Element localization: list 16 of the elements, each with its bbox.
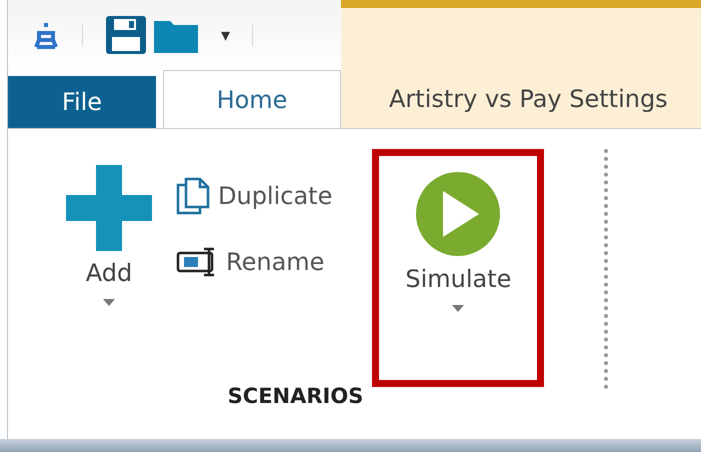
ribbon-tab[interactable]: Home [163, 70, 341, 128]
file-tab[interactable]: File [8, 76, 156, 128]
ribbon-button[interactable]: Duplicate [172, 175, 336, 217]
ribbon-button[interactable]: Add [58, 149, 160, 384]
group-label: SCENARIOS [226, 384, 364, 408]
customize-menu-button[interactable]: ▾ [221, 24, 230, 46]
save-icon[interactable] [105, 15, 147, 55]
plus-icon [66, 165, 152, 251]
play-icon [415, 171, 502, 257]
dropdown-arrow-icon [103, 299, 115, 306]
ribbon-button[interactable]: Simulate [372, 149, 544, 387]
ribbon-button[interactable]: Rename [172, 245, 336, 279]
app-icon[interactable] [32, 21, 60, 49]
copy-icon [176, 177, 210, 215]
dropdown-arrow-icon [452, 305, 464, 312]
ribbon-tab[interactable]: Artistry vs Pay Settings [341, 70, 668, 128]
